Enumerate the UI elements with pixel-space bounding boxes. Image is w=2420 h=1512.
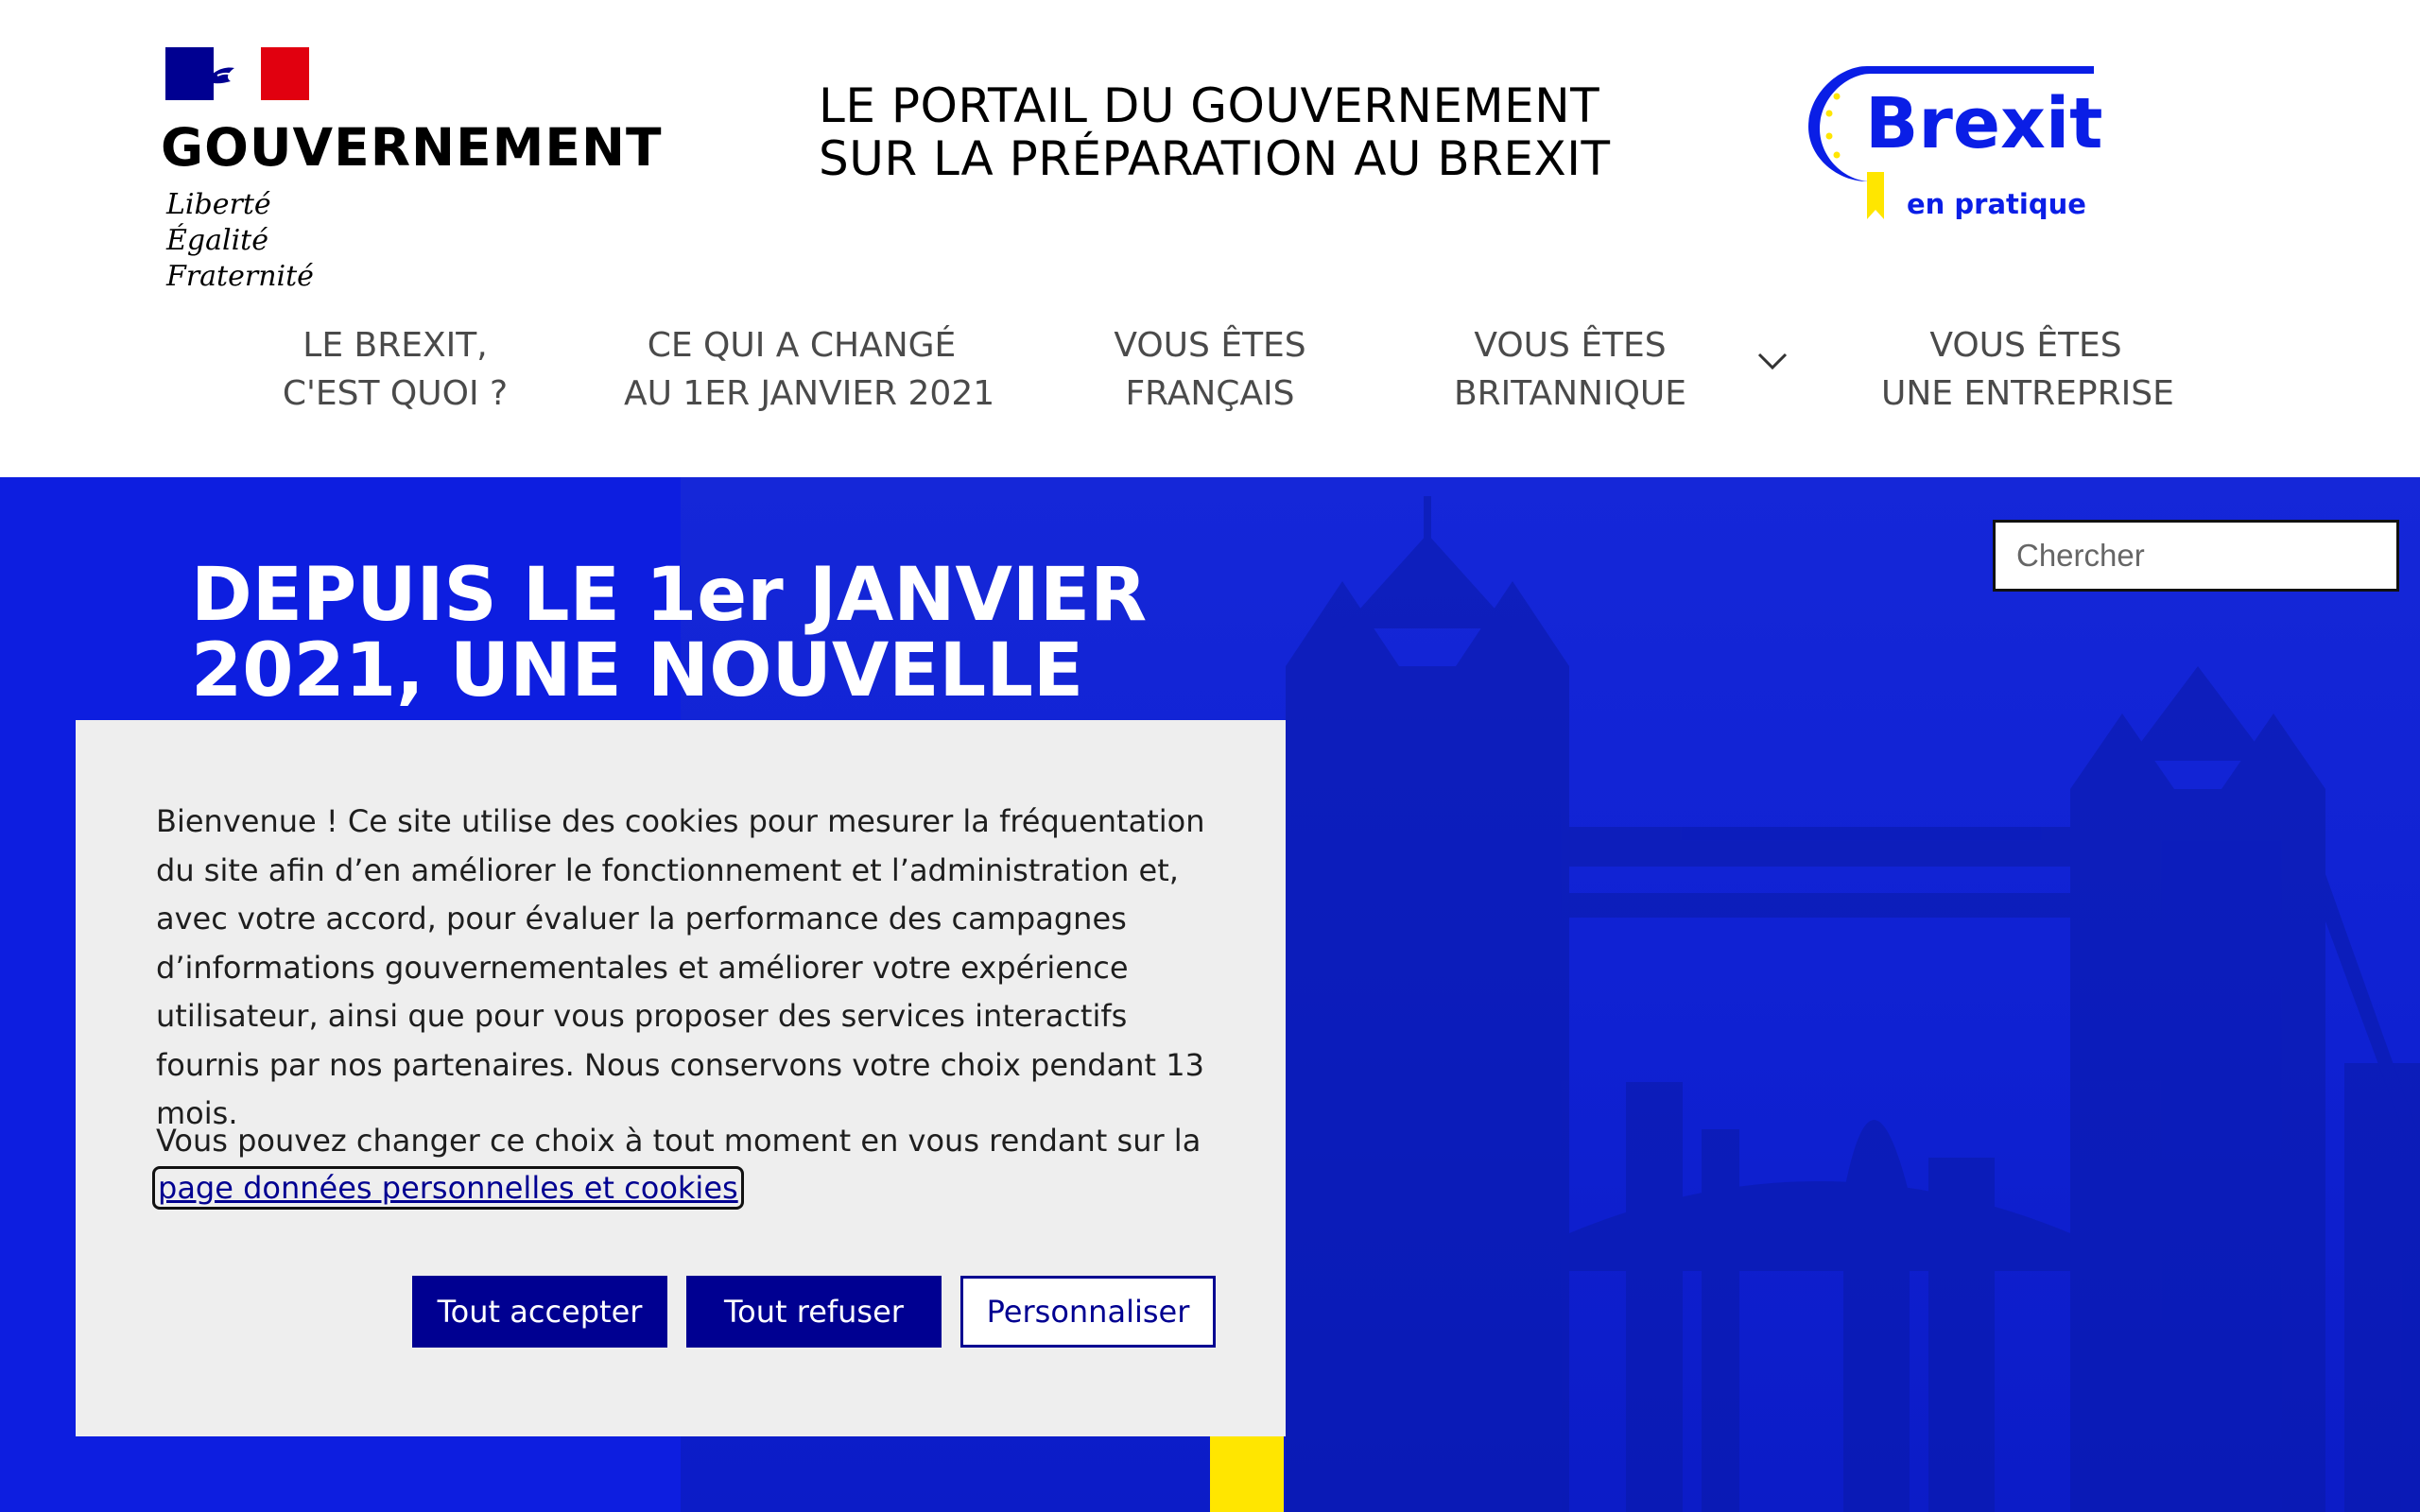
nav-item-line2: FRANÇAIS: [1125, 374, 1295, 413]
french-flag-icon: [165, 47, 309, 100]
hero-title-line1: DEPUIS LE 1er JANVIER: [191, 553, 1148, 638]
nav-item-brexit-cest-quoi[interactable]: LE BREXIT, C'EST QUOI ?: [282, 321, 509, 418]
cookie-change-choice-text: Vous pouvez changer ce choix à tout mome…: [156, 1123, 1201, 1159]
motto-egalite: Égalité: [166, 224, 268, 257]
chevron-down-icon[interactable]: [1756, 352, 1789, 370]
nav-item-vous-etes-une-entreprise[interactable]: VOUS ÊTES UNE ENTREPRISE: [1881, 321, 2174, 418]
nav-item-line2: UNE ENTREPRISE: [1881, 374, 2174, 413]
brexit-en-pratique-logo[interactable]: Brexit en pratique: [1801, 60, 2103, 231]
nav-item-line1: LE BREXIT,: [302, 326, 488, 365]
nav-item-line1: VOUS ÊTES: [1929, 326, 2122, 365]
hero-title-line2: 2021, UNE NOUVELLE: [191, 628, 1084, 713]
brexit-logo-subtitle: en pratique: [1907, 188, 2086, 220]
nav-item-line2: BRITANNIQUE: [1453, 374, 1687, 413]
yellow-accent-bar: [1210, 1436, 1284, 1512]
search-bar: [1993, 520, 2418, 592]
portal-title-line1: LE PORTAIL DU GOUVERNEMENT: [819, 78, 1600, 133]
nav-item-vous-etes-britannique[interactable]: VOUS ÊTES BRITANNIQUE: [1446, 321, 1694, 418]
brexit-logo-title: Brexit: [1865, 83, 2103, 164]
nav-item-line1: CE QUI A CHANGÉ: [647, 326, 957, 365]
marianne-icon: [205, 67, 239, 84]
cookie-consent-text: Bienvenue ! Ce site utilise des cookies …: [156, 803, 1205, 1131]
nav-item-ce-qui-a-change[interactable]: CE QUI A CHANGÉ AU 1ER JANVIER 2021: [624, 321, 995, 418]
gouvernement-logo[interactable]: GOUVERNEMENT Liberté Égalité Fraternité: [161, 47, 662, 295]
cookie-consent-text-2: Vous pouvez changer ce choix à tout mome…: [152, 1117, 1215, 1211]
accept-all-button[interactable]: Tout accepter: [412, 1276, 667, 1348]
nav-item-vous-etes-francais[interactable]: VOUS ÊTES FRANÇAIS: [1097, 321, 1323, 418]
nav-item-line1: VOUS ÊTES: [1474, 326, 1667, 365]
motto-liberte: Liberté: [166, 188, 271, 221]
portal-title: LE PORTAIL DU GOUVERNEMENT SUR LA PRÉPAR…: [819, 79, 1611, 185]
nav-item-line2: C'EST QUOI ?: [282, 374, 509, 413]
gouvernement-wordmark: GOUVERNEMENT: [161, 117, 663, 178]
personal-data-cookies-link[interactable]: page données personnelles et cookies: [152, 1166, 744, 1210]
search-input[interactable]: [1996, 523, 2418, 589]
nav-item-line2: AU 1ER JANVIER 2021: [624, 374, 995, 413]
customize-button[interactable]: Personnaliser: [960, 1276, 1216, 1348]
main-navigation: LE BREXIT, C'EST QUOI ? CE QUI A CHANGÉ …: [0, 321, 2420, 425]
nav-item-line1: VOUS ÊTES: [1114, 326, 1306, 365]
site-header: GOUVERNEMENT Liberté Égalité Fraternité …: [0, 0, 2420, 477]
refuse-all-button[interactable]: Tout refuser: [686, 1276, 942, 1348]
hero-title: DEPUIS LE 1er JANVIER 2021, UNE NOUVELLE: [191, 558, 1147, 709]
motto-fraternite: Fraternité: [166, 260, 314, 293]
cookie-consent-banner: Bienvenue ! Ce site utilise des cookies …: [76, 720, 1286, 1436]
republic-motto: Liberté Égalité Fraternité: [166, 187, 314, 295]
portal-title-line2: SUR LA PRÉPARATION AU BREXIT: [819, 131, 1611, 186]
